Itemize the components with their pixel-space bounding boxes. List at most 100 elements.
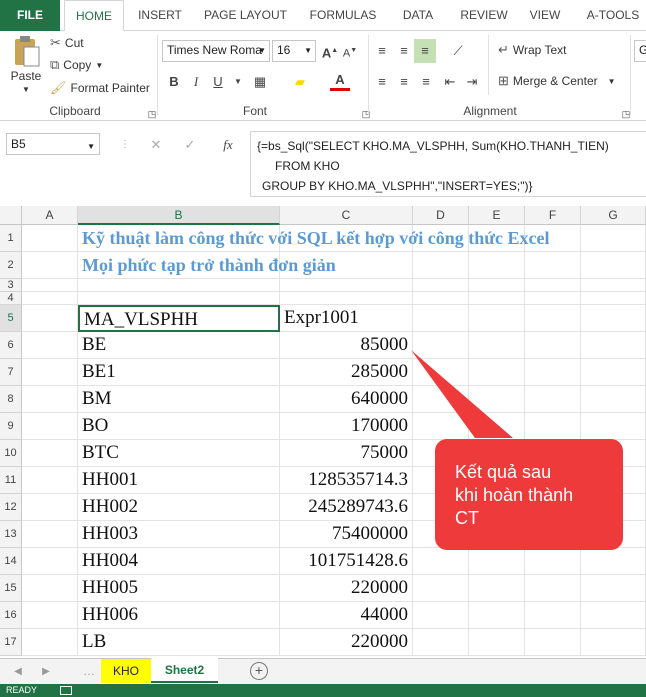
grow-font-button[interactable]: A▲ bbox=[320, 41, 340, 61]
cell[interactable] bbox=[581, 575, 646, 602]
value-cell[interactable]: 85000 bbox=[280, 332, 413, 359]
cell[interactable] bbox=[469, 629, 525, 656]
value-cell[interactable]: 640000 bbox=[280, 386, 413, 413]
worksheet-grid[interactable]: A B C D E F G 1 2 3 4 5 6 7 8 9 10 11 12 13 14 15 16 17 … bbox=[0, 206, 646, 658]
row-header[interactable]: 4 bbox=[0, 292, 22, 305]
cell[interactable] bbox=[525, 279, 581, 292]
row-header[interactable]: 13 bbox=[0, 521, 22, 548]
row-header[interactable]: 10 bbox=[0, 440, 22, 467]
cell[interactable] bbox=[469, 252, 525, 279]
cell[interactable] bbox=[22, 279, 78, 292]
italic-button[interactable]: I bbox=[186, 72, 206, 92]
macro-record-icon[interactable] bbox=[60, 686, 72, 695]
align-bottom-icon[interactable]: ≡ bbox=[414, 39, 436, 63]
wrap-text-button[interactable]: ↵ Wrap Text bbox=[498, 42, 566, 58]
cell[interactable] bbox=[22, 494, 78, 521]
select-all-button[interactable] bbox=[0, 206, 22, 225]
cut-button[interactable]: ✂ Cut bbox=[50, 35, 84, 51]
shrink-font-button[interactable]: A▼ bbox=[340, 41, 360, 61]
code-cell[interactable]: BTC bbox=[78, 440, 280, 467]
value-cell[interactable]: 245289743.6 bbox=[280, 494, 413, 521]
align-top-icon[interactable]: ≡ bbox=[372, 41, 392, 61]
chevron-down-icon[interactable]: ▼ bbox=[228, 72, 248, 92]
code-cell[interactable]: HH005 bbox=[78, 575, 280, 602]
cell[interactable] bbox=[581, 225, 646, 252]
cell[interactable] bbox=[22, 602, 78, 629]
row-header[interactable]: 16 bbox=[0, 602, 22, 629]
cell[interactable] bbox=[22, 548, 78, 575]
font-name-select[interactable]: Times New Roma ▼ bbox=[162, 40, 270, 62]
cell[interactable] bbox=[581, 602, 646, 629]
column-header-d[interactable]: D bbox=[413, 206, 469, 225]
cell[interactable] bbox=[469, 279, 525, 292]
code-cell[interactable]: BE1 bbox=[78, 359, 280, 386]
format-painter-button[interactable]: 🖌 Format Painter bbox=[50, 80, 150, 96]
cell[interactable] bbox=[22, 629, 78, 656]
cell[interactable] bbox=[413, 629, 469, 656]
tab-file[interactable]: FILE bbox=[0, 0, 60, 31]
column-header-g[interactable]: G bbox=[581, 206, 646, 225]
decrease-indent-icon[interactable]: ⇤ bbox=[440, 72, 460, 92]
align-left-icon[interactable]: ≡ bbox=[372, 72, 392, 92]
dialog-launcher-icon[interactable]: ◳ bbox=[616, 104, 636, 124]
cell[interactable] bbox=[22, 292, 78, 305]
code-cell[interactable]: HH006 bbox=[78, 602, 280, 629]
cell[interactable] bbox=[22, 467, 78, 494]
sheet-tab-sheet2[interactable]: Sheet2 bbox=[151, 658, 218, 683]
value-cell[interactable]: 220000 bbox=[280, 629, 413, 656]
code-cell[interactable]: HH001 bbox=[78, 467, 280, 494]
cell[interactable] bbox=[581, 279, 646, 292]
align-right-icon[interactable]: ≡ bbox=[416, 72, 436, 92]
merge-center-button[interactable]: ⊞ Merge & Center ▼ bbox=[498, 73, 616, 89]
increase-indent-icon[interactable]: ⇥ bbox=[462, 72, 482, 92]
column-header-a[interactable]: A bbox=[22, 206, 78, 225]
cell[interactable] bbox=[525, 292, 581, 305]
code-cell[interactable]: BE bbox=[78, 332, 280, 359]
row-header[interactable]: 6 bbox=[0, 332, 22, 359]
cell[interactable] bbox=[581, 305, 646, 332]
row-header[interactable]: 1 bbox=[0, 225, 22, 252]
formula-input[interactable]: {=bs_Sql("SELECT KHO.MA_VLSPHH, Sum(KHO.… bbox=[250, 131, 646, 197]
cell[interactable] bbox=[22, 252, 78, 279]
number-format-select[interactable]: Ge bbox=[634, 40, 646, 62]
row-header[interactable]: 12 bbox=[0, 494, 22, 521]
header-cell-c5[interactable]: Expr1001 bbox=[280, 305, 413, 332]
cell[interactable] bbox=[78, 292, 280, 305]
borders-icon[interactable]: ▦ bbox=[250, 72, 270, 92]
copy-button[interactable]: ⧉ Copy ▼ bbox=[50, 57, 103, 73]
cell[interactable] bbox=[413, 279, 469, 292]
cell[interactable] bbox=[22, 440, 78, 467]
font-size-select[interactable]: 16 ▼ bbox=[272, 40, 316, 62]
sheet-tab-kho[interactable]: KHO bbox=[101, 659, 151, 683]
cell[interactable] bbox=[280, 279, 413, 292]
cell[interactable] bbox=[413, 602, 469, 629]
tab-review[interactable]: REVIEW bbox=[454, 0, 514, 31]
row-header[interactable]: 8 bbox=[0, 386, 22, 413]
cell[interactable] bbox=[22, 575, 78, 602]
cell[interactable] bbox=[22, 521, 78, 548]
cell[interactable] bbox=[581, 629, 646, 656]
tab-data[interactable]: DATA bbox=[393, 0, 443, 31]
cell[interactable] bbox=[525, 305, 581, 332]
cell[interactable] bbox=[78, 279, 280, 292]
add-sheet-icon[interactable]: + bbox=[250, 662, 268, 680]
scroll-left-icon[interactable]: ◀ bbox=[8, 662, 28, 682]
row-header[interactable]: 17 bbox=[0, 629, 22, 656]
column-header-f[interactable]: F bbox=[525, 206, 581, 225]
row-header[interactable]: 2 bbox=[0, 252, 22, 279]
value-cell[interactable]: 128535714.3 bbox=[280, 467, 413, 494]
cell[interactable] bbox=[525, 575, 581, 602]
enter-icon[interactable]: ✓ bbox=[180, 135, 200, 155]
code-cell[interactable]: HH003 bbox=[78, 521, 280, 548]
cell[interactable] bbox=[469, 575, 525, 602]
align-middle-icon[interactable]: ≡ bbox=[394, 41, 414, 61]
code-cell[interactable]: LB bbox=[78, 629, 280, 656]
dialog-launcher-icon[interactable]: ◳ bbox=[356, 104, 376, 124]
cell[interactable] bbox=[280, 292, 413, 305]
insert-function-button[interactable]: fx bbox=[218, 135, 238, 155]
value-cell[interactable]: 101751428.6 bbox=[280, 548, 413, 575]
cell[interactable] bbox=[581, 292, 646, 305]
dialog-launcher-icon[interactable]: ◳ bbox=[142, 104, 162, 124]
selected-cell-b5[interactable]: MA_VLSPHH bbox=[78, 305, 280, 332]
code-cell[interactable]: BO bbox=[78, 413, 280, 440]
